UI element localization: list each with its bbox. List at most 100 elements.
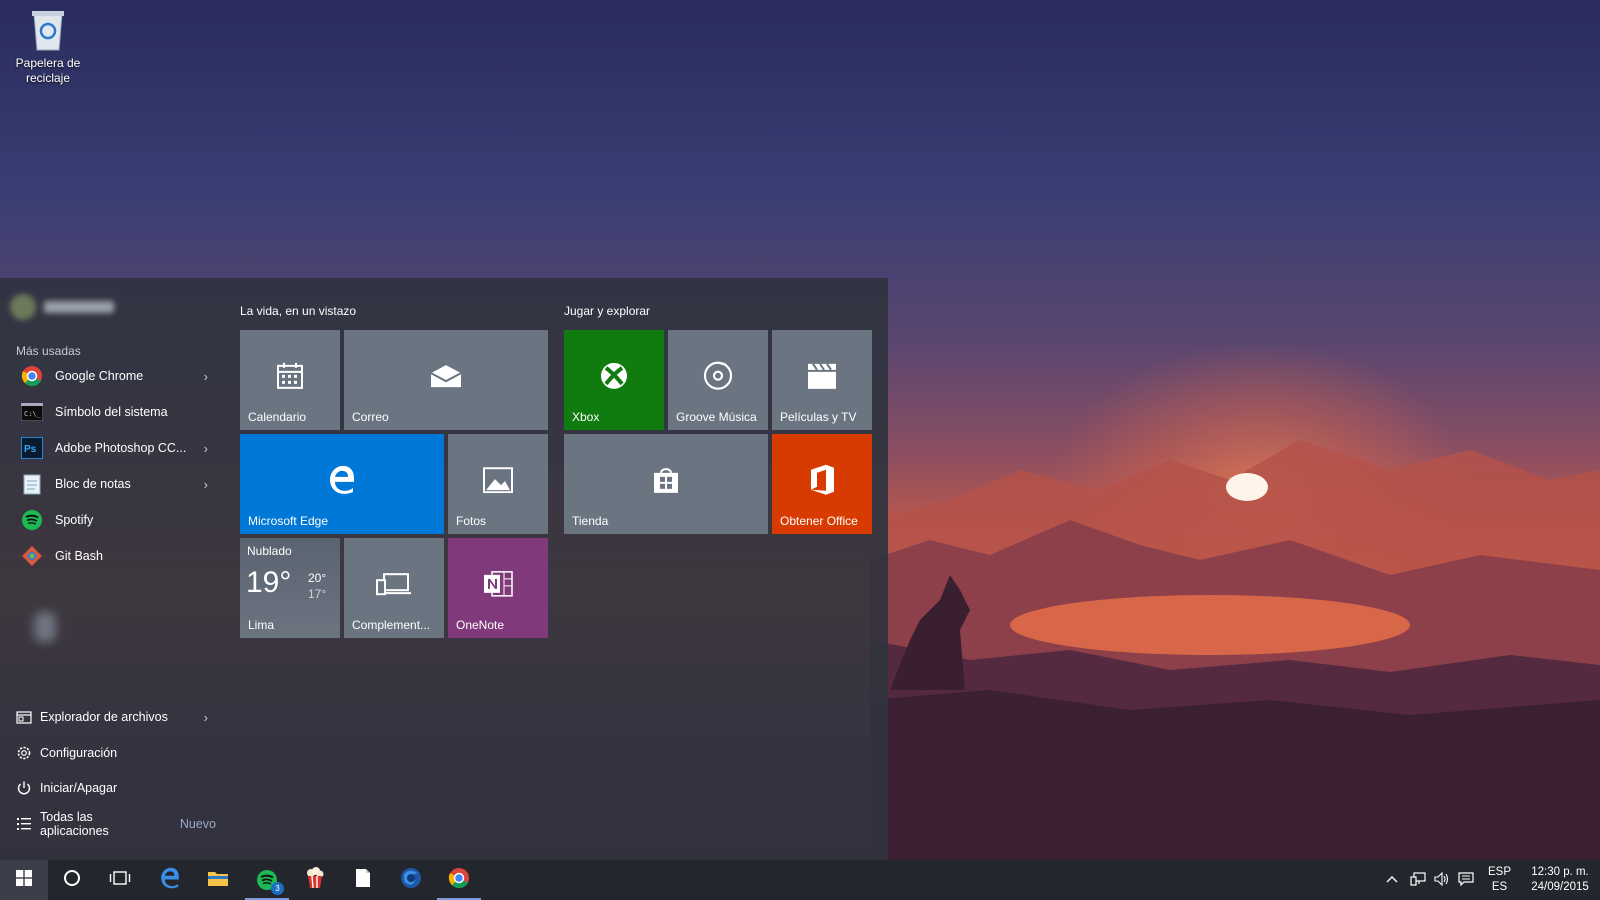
taskbar-spotify[interactable]: 3 — [243, 860, 291, 900]
action-center[interactable] — [1458, 860, 1474, 900]
power-label: Iniciar/Apagar — [40, 781, 118, 795]
new-badge: Nuevo — [179, 817, 216, 831]
tile-microsoft-edge[interactable]: Microsoft Edge — [240, 434, 444, 534]
weather-temp: 19° — [246, 566, 292, 599]
photoshop-icon: Ps — [16, 432, 48, 464]
all-apps-item[interactable]: Todas las aplicaciones Nuevo — [16, 809, 216, 839]
task-view-button[interactable] — [96, 860, 144, 900]
power-icon — [16, 780, 32, 796]
edge-icon — [327, 465, 357, 498]
file-explorer-item[interactable]: Explorador de archivos › — [16, 702, 216, 732]
app-label: Git Bash — [55, 549, 103, 563]
document-icon — [355, 868, 371, 893]
tile-get-office[interactable]: Obtener Office — [772, 434, 872, 534]
tile-weather[interactable]: Nublado 19° 20° 17° Lima — [240, 538, 340, 638]
git-bash-icon — [16, 540, 48, 572]
clock-time: 12:30 p. m. — [1531, 866, 1589, 878]
show-hidden-icons[interactable] — [1386, 860, 1398, 900]
tile-label: Películas y TV — [780, 410, 857, 424]
app-google-chrome[interactable]: Google Chrome › — [16, 360, 216, 392]
taskbar-file-explorer[interactable] — [194, 860, 242, 900]
keyboard-layout: ES — [1491, 881, 1508, 893]
chevron-right-icon[interactable]: › — [204, 369, 208, 384]
recycle-bin-label-line2: reciclaje — [25, 71, 70, 85]
user-account[interactable] — [10, 294, 130, 320]
power-item[interactable]: Iniciar/Apagar — [16, 773, 216, 803]
app-git-bash[interactable]: Git Bash — [16, 540, 216, 572]
task-view-icon — [109, 870, 131, 891]
wallpaper-sun — [1226, 473, 1268, 501]
office-icon — [808, 464, 836, 499]
app-spotify[interactable]: Spotify — [16, 504, 216, 536]
windows-logo-icon — [16, 869, 32, 891]
cortana-button[interactable] — [48, 860, 96, 900]
notification-icon — [1458, 871, 1474, 889]
svg-text:Ps: Ps — [24, 444, 37, 455]
clock[interactable]: 12:30 p. m. 24/09/2015 — [1528, 860, 1592, 900]
chevron-up-icon — [1386, 874, 1398, 886]
tile-xbox[interactable]: Xbox — [564, 330, 664, 430]
tile-store[interactable]: Tienda — [564, 434, 768, 534]
app-command-prompt[interactable]: C:\_ Símbolo del sistema — [16, 396, 216, 428]
settings-label: Configuración — [40, 746, 118, 760]
edge-icon — [159, 867, 181, 894]
weather-condition: Nublado — [247, 544, 292, 558]
store-icon — [651, 465, 681, 498]
volume-control[interactable] — [1434, 860, 1450, 900]
taskbar-firefox[interactable] — [387, 860, 435, 900]
clapperboard-icon — [806, 361, 838, 394]
start-button[interactable] — [0, 860, 48, 900]
app-photoshop[interactable]: Ps Adobe Photoshop CC... › — [16, 432, 216, 464]
calendar-icon — [275, 361, 305, 394]
chevron-right-icon[interactable]: › — [204, 477, 208, 492]
weather-low: 17° — [308, 587, 327, 601]
onenote-icon — [482, 569, 514, 602]
app-notepad[interactable]: Bloc de notas › — [16, 468, 216, 500]
mail-icon — [429, 363, 463, 392]
group-header-play: Jugar y explorar — [564, 304, 651, 318]
chevron-right-icon[interactable]: › — [204, 441, 208, 456]
taskbar-document[interactable] — [339, 860, 387, 900]
tile-label: Calendario — [248, 410, 307, 424]
recycle-bin-icon — [28, 8, 68, 52]
tile-label: Complement... — [352, 618, 431, 632]
app-label: Adobe Photoshop CC... — [55, 441, 187, 455]
tile-label: Fotos — [456, 514, 487, 528]
clock-date: 24/09/2015 — [1531, 881, 1589, 893]
tile-label: Tienda — [572, 514, 609, 528]
tile-mail[interactable]: Correo — [344, 330, 548, 430]
tile-label: Groove Música — [676, 410, 757, 424]
weather-high: 20° — [308, 571, 327, 585]
network-icon — [1410, 871, 1426, 889]
avatar — [10, 294, 36, 320]
file-explorer-icon — [16, 709, 32, 725]
tile-onenote[interactable]: OneNote — [448, 538, 548, 638]
tile-movies-tv[interactable]: Películas y TV — [772, 330, 872, 430]
speaker-icon — [1434, 871, 1450, 889]
taskbar-chrome[interactable] — [435, 860, 483, 900]
tile-complements[interactable]: Complement... — [344, 538, 444, 638]
taskbar-edge[interactable] — [146, 860, 194, 900]
tile-calendar[interactable]: Calendario — [240, 330, 340, 430]
groove-music-icon — [702, 360, 734, 395]
start-left-column: Más usadas Google Chrome › C:\_ Símbolo … — [0, 278, 224, 860]
tile-groove-music[interactable]: Groove Música — [668, 330, 768, 430]
spotify-icon — [16, 504, 48, 536]
recycle-bin[interactable]: Papelera de reciclaje — [8, 8, 88, 86]
group-header-life: La vida, en un vistazo — [240, 304, 357, 318]
network-status[interactable] — [1410, 860, 1426, 900]
list-icon — [16, 816, 32, 832]
tile-label: Correo — [352, 410, 389, 424]
app-label: Símbolo del sistema — [55, 405, 168, 419]
user-name-blurred — [44, 301, 114, 313]
tile-label: Obtener Office — [780, 514, 858, 528]
firefox-icon — [400, 867, 422, 894]
language-indicator[interactable]: ESP ES — [1488, 860, 1511, 900]
taskbar-popcorn-app[interactable] — [291, 860, 339, 900]
tile-label: Microsoft Edge — [248, 514, 329, 528]
settings-item[interactable]: Configuración — [16, 738, 216, 768]
chevron-right-icon[interactable]: › — [204, 710, 208, 725]
blurred-item — [34, 612, 56, 642]
weather-city: Lima — [248, 618, 275, 632]
tile-photos[interactable]: Fotos — [448, 434, 548, 534]
